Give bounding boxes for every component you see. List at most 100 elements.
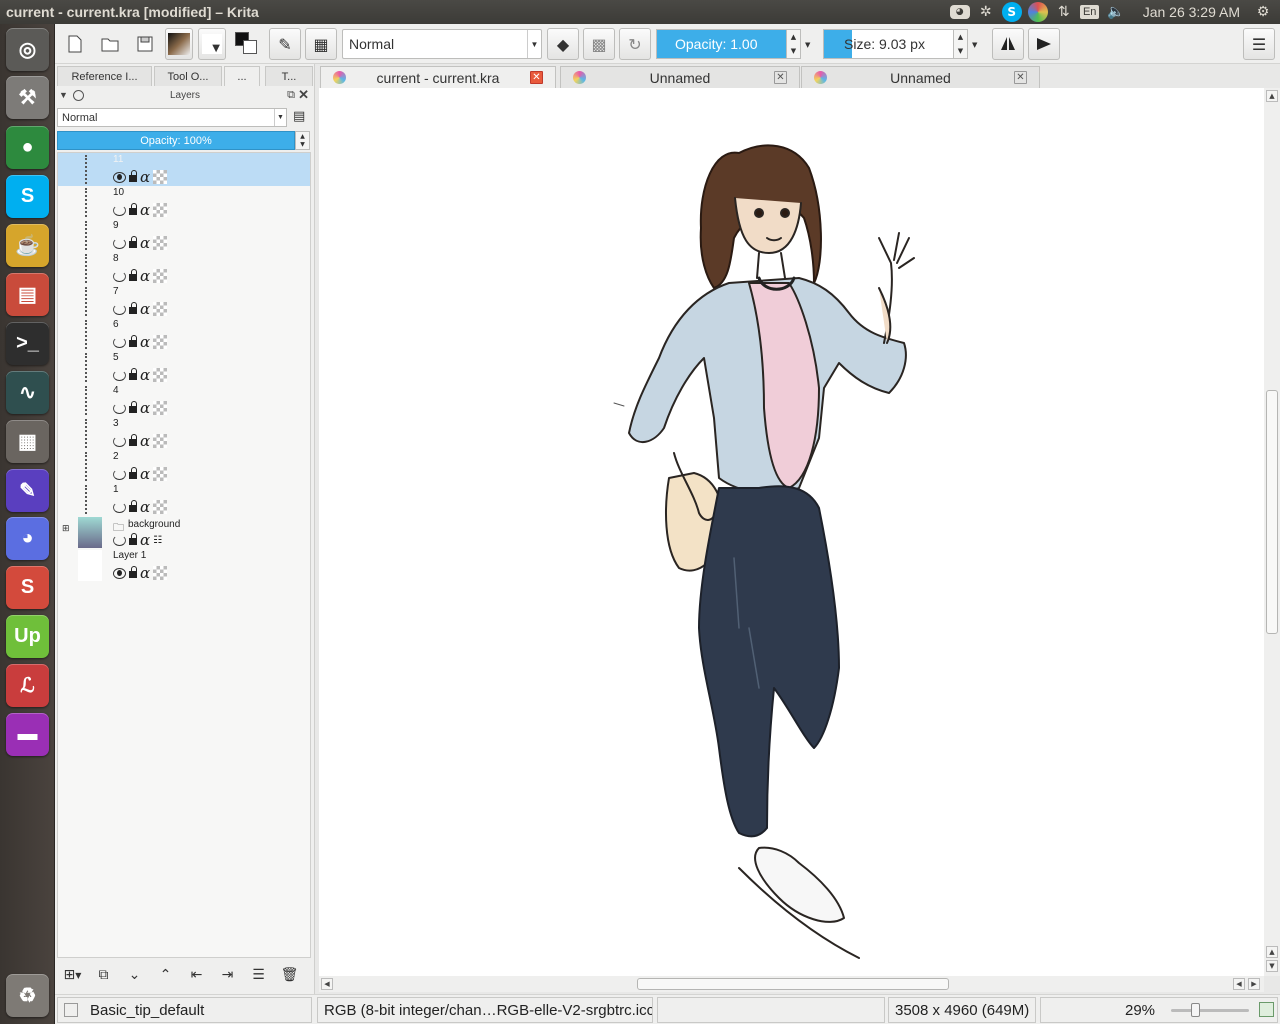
group-layer-row[interactable]: ⊞ 🗀 background α ☷ bbox=[58, 516, 310, 549]
open-folder-icon[interactable] bbox=[94, 28, 126, 60]
eraser-toggle-icon[interactable]: ◆ bbox=[547, 28, 579, 60]
lock-icon[interactable] bbox=[129, 500, 137, 512]
brush-status[interactable]: Basic_tip_default bbox=[57, 997, 312, 1023]
drawing-canvas[interactable] bbox=[319, 88, 1264, 976]
layer-row[interactable]: 11 α bbox=[58, 153, 310, 186]
tab-layers-more[interactable]: ... bbox=[224, 66, 260, 86]
layer-properties-icon[interactable]: ▤ bbox=[293, 109, 305, 124]
expand-icon[interactable]: ⊞ bbox=[62, 524, 70, 534]
zoom-slider[interactable] bbox=[1171, 1009, 1249, 1012]
inherit-alpha-icon[interactable] bbox=[153, 467, 168, 481]
lock-icon[interactable] bbox=[129, 467, 137, 479]
chrome-icon[interactable]: ● bbox=[6, 126, 49, 169]
inherit-alpha-icon[interactable] bbox=[153, 269, 168, 283]
gradient-selector[interactable] bbox=[165, 28, 193, 60]
scroll-left-icon[interactable]: ◀ bbox=[321, 978, 333, 990]
visibility-eye-icon[interactable] bbox=[113, 303, 126, 315]
lock-icon[interactable] bbox=[129, 302, 137, 314]
chevron-down-icon[interactable]: ▼ bbox=[972, 41, 977, 49]
alpha-lock-icon[interactable]: α bbox=[140, 236, 150, 251]
move-layer-down-icon[interactable]: ⌄ bbox=[119, 963, 150, 987]
lock-icon[interactable] bbox=[129, 434, 137, 446]
zoom-status[interactable]: 29% bbox=[1040, 997, 1278, 1023]
ubuntu-dash-icon[interactable]: ◎ bbox=[6, 28, 49, 71]
scroll-up-icon[interactable]: ▲ bbox=[1266, 90, 1278, 102]
upwork-icon[interactable]: Up bbox=[6, 615, 49, 658]
terminal-icon[interactable]: >_ bbox=[6, 322, 49, 365]
opacity-slider[interactable]: Opacity: 1.00 bbox=[656, 29, 787, 59]
horizontal-scroll-thumb[interactable] bbox=[637, 978, 949, 990]
visibility-eye-icon[interactable] bbox=[113, 369, 126, 381]
layer-opacity-slider[interactable]: Opacity: 100% bbox=[57, 131, 295, 150]
layer-row[interactable]: 2α bbox=[58, 450, 310, 483]
visibility-eye-icon[interactable] bbox=[113, 435, 126, 447]
close-icon[interactable]: ✕ bbox=[774, 71, 787, 84]
color-icon[interactable] bbox=[1025, 0, 1051, 24]
discord-icon[interactable]: ◕ bbox=[947, 0, 973, 24]
krita-icon[interactable]: ✎ bbox=[6, 469, 49, 512]
close-icon[interactable]: ✕ bbox=[530, 71, 543, 84]
trash-icon[interactable]: ♻ bbox=[6, 974, 49, 1017]
lock-icon[interactable] bbox=[129, 566, 137, 578]
scroll-right-icon[interactable]: ▶ bbox=[1248, 978, 1260, 990]
tab-current-kra[interactable]: current - current.kra ✕ bbox=[320, 66, 556, 88]
layer-row[interactable]: 8α bbox=[58, 252, 310, 285]
lock-icon[interactable] bbox=[129, 203, 137, 215]
tab-t[interactable]: T... bbox=[265, 66, 313, 86]
system-monitor-icon[interactable]: ∿ bbox=[6, 371, 49, 414]
alpha-lock-icon[interactable]: α bbox=[140, 434, 150, 449]
visibility-eye-icon[interactable] bbox=[113, 534, 126, 546]
alpha-lock-icon[interactable]: α bbox=[140, 170, 150, 185]
layer-row[interactable]: 9α bbox=[58, 219, 310, 252]
layer-row[interactable]: 4α bbox=[58, 384, 310, 417]
color-profile-status[interactable]: RGB (8-bit integer/chan…RGB-elle-V2-srgb… bbox=[317, 997, 653, 1023]
system-gear-icon[interactable]: ⚙ bbox=[1250, 0, 1276, 24]
lock-icon[interactable] bbox=[129, 170, 137, 182]
docker-menu-icon[interactable]: ☰ bbox=[1243, 28, 1275, 60]
mirror-vertical-icon[interactable] bbox=[1028, 28, 1060, 60]
size-slider[interactable]: Size: 9.03 px bbox=[823, 29, 954, 59]
lock-icon[interactable] bbox=[129, 368, 137, 380]
inherit-alpha-icon[interactable] bbox=[153, 236, 168, 250]
layer-settings-icon[interactable]: ☰ bbox=[243, 963, 274, 987]
lock-icon[interactable] bbox=[129, 269, 137, 281]
alpha-lock-icon[interactable]: α bbox=[140, 335, 150, 350]
files-icon[interactable]: ▤ bbox=[6, 273, 49, 316]
inherit-alpha-icon[interactable] bbox=[153, 566, 168, 580]
workspace-switcher-icon[interactable]: ▦ bbox=[6, 420, 49, 463]
new-document-icon[interactable] bbox=[59, 28, 91, 60]
volume-icon[interactable]: 🔈 bbox=[1103, 0, 1129, 24]
layer-row[interactable]: 7α bbox=[58, 285, 310, 318]
visibility-eye-icon[interactable] bbox=[113, 270, 126, 282]
visibility-eye-icon[interactable] bbox=[113, 567, 126, 579]
visibility-eye-icon[interactable] bbox=[113, 336, 126, 348]
slack-icon[interactable]: S bbox=[6, 566, 49, 609]
document-viewer-icon[interactable]: ℒ bbox=[6, 664, 49, 707]
lock-icon[interactable] bbox=[129, 236, 137, 248]
inherit-alpha-icon[interactable] bbox=[153, 170, 168, 184]
save-icon[interactable] bbox=[129, 28, 161, 60]
tab-unnamed-1[interactable]: Unnamed ✕ bbox=[560, 66, 800, 88]
close-icon[interactable]: ✕ bbox=[1014, 71, 1027, 84]
pattern-selector[interactable]: ▼ bbox=[198, 28, 226, 60]
close-icon[interactable]: ✕ bbox=[298, 87, 309, 103]
alpha-lock-icon[interactable]: α bbox=[140, 533, 150, 548]
tab-unnamed-2[interactable]: Unnamed ✕ bbox=[801, 66, 1040, 88]
color-swap-icon[interactable] bbox=[231, 28, 263, 60]
indent-layer-icon[interactable]: ⇥ bbox=[212, 963, 243, 987]
layer-row[interactable]: 10 α bbox=[58, 186, 310, 219]
visibility-eye-icon[interactable] bbox=[113, 402, 126, 414]
scroll-up-icon[interactable]: ▲ bbox=[1266, 946, 1278, 958]
delete-layer-icon[interactable]: 🗑 bbox=[274, 963, 305, 987]
mirror-horizontal-icon[interactable] bbox=[992, 28, 1024, 60]
layer-row[interactable]: 3α bbox=[58, 417, 310, 450]
layer-row[interactable]: 6α bbox=[58, 318, 310, 351]
skype-icon[interactable]: S bbox=[6, 175, 49, 218]
visibility-eye-icon[interactable] bbox=[113, 171, 126, 183]
clock[interactable]: Jan 26 3:29 AM bbox=[1129, 4, 1250, 20]
scroll-down-icon[interactable]: ▼ bbox=[1266, 960, 1278, 972]
keyboard-layout-indicator[interactable]: En bbox=[1077, 0, 1103, 24]
teapot-icon[interactable]: ☕ bbox=[6, 224, 49, 267]
inherit-alpha-icon[interactable] bbox=[153, 335, 168, 349]
outdent-layer-icon[interactable]: ⇤ bbox=[181, 963, 212, 987]
